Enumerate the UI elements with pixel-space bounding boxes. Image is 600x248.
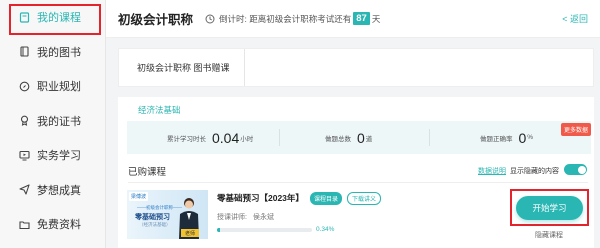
course-panel: 经济法基础 累计学习时长 0.04 小时 做题总数 0 道 做题正确率 0 % … [118, 97, 594, 248]
sidebar-item-label: 职业规划 [37, 81, 81, 94]
stat-value: 0 [357, 129, 365, 146]
countdown-suffix: 天 [371, 13, 381, 24]
thumb-line3: （经济法基础） [139, 222, 171, 227]
thumb-line2: 零基础预习 [135, 214, 170, 221]
subject-tab[interactable]: 经济法基础 [138, 104, 181, 116]
sidebar-item-dreams[interactable]: 梦想成真 [0, 173, 105, 208]
start-learning-button[interactable]: 开始学习 [516, 195, 583, 220]
divider [128, 182, 588, 183]
progress-bar [217, 228, 312, 232]
folder-icon [18, 218, 30, 230]
sidebar-item-label: 梦想成真 [37, 184, 81, 197]
teacher-label: 授课讲师: [217, 214, 247, 221]
countdown-prefix: 倒计时: 距离初级会计职称考试还有 [219, 13, 352, 24]
course-thumbnail[interactable]: 梁傅波 ——初级会计职称—— 零基础预习 （经济法基础） 老师 [127, 190, 208, 239]
teacher-name: 侯永斌 [252, 214, 274, 221]
sidebar-item-free-materials[interactable]: 免费资料 [0, 207, 105, 242]
stat-value: 0 [518, 129, 527, 146]
exam-countdown: 倒计时: 距离初级会计职称考试还有 87 天 [205, 12, 380, 25]
thumb-name: 老师 [181, 229, 199, 237]
more-data-badge[interactable]: 更多数据 [560, 123, 591, 136]
toggle-knob [577, 165, 586, 174]
sidebar: 我的课程 我的图书 职业规划 我的证书 实务学习 梦想成真 免费资料 [0, 0, 106, 248]
stat-unit: 小时 [240, 135, 254, 143]
sidebar-item-career-plan[interactable]: 职业规划 [0, 69, 105, 104]
stat-divider [429, 129, 430, 146]
show-hidden-label: 显示隐藏的内容 [510, 168, 559, 175]
sidebar-item-label: 实务学习 [37, 150, 81, 163]
book-gift-tab[interactable]: 初级会计职称 图书赠课 [119, 49, 245, 86]
send-icon [18, 184, 30, 196]
study-stats: 累计学习时长 0.04 小时 做题总数 0 道 做题正确率 0 % [127, 121, 591, 154]
download-handout-badge[interactable]: 下载讲义 [347, 192, 382, 205]
stat-label: 做题正确率 [480, 135, 513, 143]
sidebar-item-my-courses[interactable]: 我的课程 [0, 0, 105, 35]
stat-question-count: 做题总数 0 道 [325, 121, 372, 154]
clock-icon [205, 14, 215, 23]
show-hidden-toggle[interactable] [564, 164, 587, 175]
stat-divider [279, 129, 280, 146]
stat-accuracy: 做题正确率 0 % [480, 121, 533, 154]
book-gift-box: 初级会计职称 图书赠课 [118, 48, 594, 87]
course-title[interactable]: 零基础预习【2023年】 [217, 192, 304, 204]
progress-percent: 0.34% [316, 226, 335, 233]
sidebar-item-label: 我的证书 [37, 115, 81, 128]
start-button-highlight: 开始学习 [510, 189, 589, 226]
sidebar-item-my-books[interactable]: 我的图书 [0, 35, 105, 70]
compass-icon [18, 80, 30, 92]
back-link[interactable]: < 返回 [562, 12, 588, 25]
stat-unit: 道 [365, 135, 373, 143]
sidebar-item-label: 免费资料 [37, 219, 81, 232]
hide-course-link[interactable]: 隐藏课程 [535, 230, 563, 240]
certificate-icon [18, 115, 30, 127]
sidebar-item-label: 我的课程 [37, 12, 81, 25]
monitor-icon [18, 149, 30, 161]
sidebar-item-label: 我的图书 [37, 46, 81, 59]
course-icon [18, 11, 30, 23]
thumb-line1: ——初级会计职称—— [137, 205, 182, 210]
countdown-days: 87 [353, 12, 370, 25]
stat-value: 0.04 [212, 129, 240, 146]
book-icon [18, 46, 30, 58]
page-header: 初级会计职称 倒计时: 距离初级会计职称考试还有 87 天 < 返回 [106, 0, 600, 38]
app-root: 我的课程 我的图书 职业规划 我的证书 实务学习 梦想成真 免费资料 初级会计职… [0, 0, 600, 248]
stat-label: 累计学习时长 [167, 135, 206, 143]
stat-unit: % [527, 134, 534, 141]
thumb-tag: 梁傅波 [129, 192, 148, 201]
page-title: 初级会计职称 [118, 13, 194, 27]
purchased-courses-title: 已购课程 [128, 167, 167, 178]
data-help-link[interactable]: 数据说明 [478, 166, 506, 176]
progress-fill [217, 228, 220, 232]
sidebar-item-practice[interactable]: 实务学习 [0, 138, 105, 173]
teacher-info: 授课讲师: 侯永斌 [217, 212, 274, 222]
sidebar-item-certificates[interactable]: 我的证书 [0, 104, 105, 139]
stat-label: 做题总数 [325, 135, 351, 143]
stat-study-time: 累计学习时长 0.04 小时 [167, 121, 253, 154]
course-directory-badge[interactable]: 课程目录 [310, 192, 343, 205]
